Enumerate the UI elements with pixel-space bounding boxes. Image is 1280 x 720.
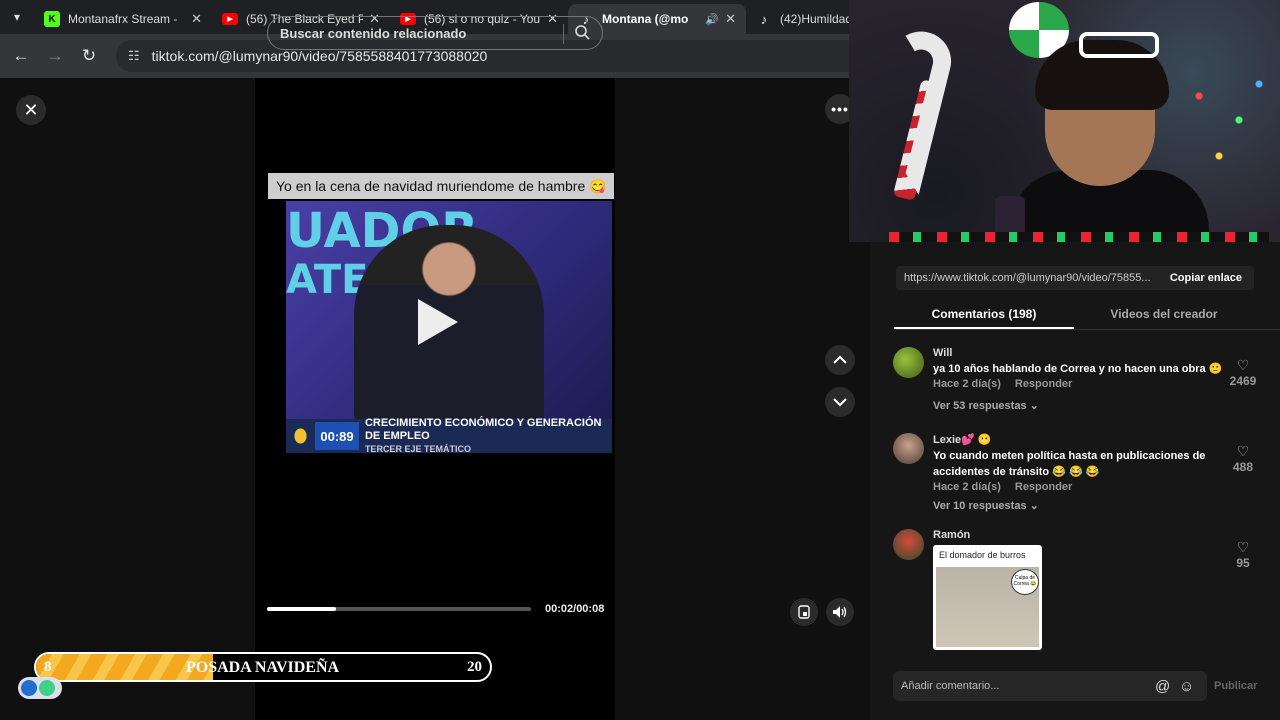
kick-icon: K	[44, 11, 60, 27]
goal-current: 8	[44, 659, 52, 675]
power-icon	[39, 680, 55, 696]
comment-username[interactable]: Lexie💕 😶	[933, 433, 1223, 446]
tab-montanafrx-stream[interactable]: K Montanafrx Stream - ✕	[34, 4, 212, 34]
lower-third-title: CRECIMIENTO ECONÓMICO Y GENERACIÓN DE EM…	[364, 416, 602, 442]
share-link-box: https://www.tiktok.com/@lumynar90/video/…	[896, 266, 1254, 290]
copy-link-button[interactable]: Copiar enlace	[1170, 272, 1242, 284]
mention-icon[interactable]: @	[1155, 678, 1170, 695]
comment-text: Yo cuando meten política hasta en public…	[933, 450, 1206, 478]
goal-target: 20	[467, 659, 482, 675]
debate-timer: 00:89	[315, 422, 359, 450]
emoji-icon[interactable]: ☺	[1179, 678, 1194, 695]
goal-label: POSADA NAVIDEÑA	[186, 659, 340, 676]
avatar[interactable]	[893, 433, 924, 464]
comment-placeholder: Añadir comentario...	[901, 680, 1000, 692]
close-tab-icon[interactable]: ✕	[191, 11, 202, 27]
tab-title: Montanafrx Stream -	[68, 12, 178, 26]
publish-button[interactable]: Publicar	[1214, 680, 1257, 692]
like-count: 2469	[1229, 374, 1257, 388]
comment-username[interactable]: Ramón	[933, 529, 1223, 541]
tiktok-icon: ♪	[760, 11, 768, 27]
youtube-icon: ▶	[222, 13, 238, 25]
previous-video-chevron-up-icon[interactable]	[825, 345, 855, 375]
lower-third-text: CRECIMIENTO ECONÓMICO Y GENERACIÓN DE EM…	[365, 417, 612, 454]
forward-arrow-icon[interactable]: →	[38, 39, 72, 73]
tab-comments[interactable]: Comentarios (198)	[894, 300, 1074, 329]
share-icons-strip	[889, 232, 1269, 242]
related-search-input[interactable]: Buscar contenido relacionado	[267, 16, 603, 50]
heart-icon: ♡	[1236, 539, 1250, 555]
comment-sticker-image[interactable]: El domador de burros Culpa de Correa 😂	[933, 545, 1042, 650]
channel-logo-icon	[290, 423, 312, 449]
heart-icon: ♡	[1236, 443, 1250, 459]
video-time: 00:02/00:08	[545, 603, 605, 615]
panel-tabs: Comentarios (198) Videos del creador	[894, 300, 1280, 330]
search-icon[interactable]	[574, 24, 590, 40]
volume-icon[interactable]	[826, 598, 854, 626]
url-text: tiktok.com/@lumynar90/video/758558840177…	[151, 48, 488, 64]
share-link-text: https://www.tiktok.com/@lumynar90/video/…	[904, 272, 1151, 284]
close-tab-icon[interactable]: ✕	[725, 11, 736, 27]
next-video-chevron-down-icon[interactable]	[825, 387, 855, 417]
reply-button[interactable]: Responder	[1015, 481, 1072, 493]
video-caption: Yo en la cena de navidad muriendome de h…	[268, 173, 614, 199]
comment-input[interactable]: Añadir comentario... @ ☺	[893, 671, 1207, 701]
play-icon[interactable]	[418, 299, 458, 345]
picture-in-picture-icon[interactable]	[790, 598, 818, 626]
like-count: 488	[1232, 460, 1254, 474]
sticker-bubble-text: Culpa de Correa 😂	[1011, 569, 1039, 595]
lower-third-subtitle: TERCER EJE TEMÁTICO	[364, 443, 471, 454]
video-frame[interactable]: UADOR ATE 2025 00:89 CRECIMIENTO ECONÓMI…	[286, 201, 612, 453]
tab-title: Montana (@mo	[602, 12, 689, 26]
video-progress-fill	[267, 607, 336, 611]
sunglasses	[1079, 32, 1159, 58]
like-button[interactable]: ♡ 2469	[1223, 357, 1263, 388]
like-count: 95	[1236, 556, 1250, 570]
video-progress-bar[interactable]	[267, 607, 531, 611]
christmas-lights	[1179, 60, 1279, 180]
reload-icon[interactable]: ↻	[72, 39, 106, 73]
comment-time: Hace 2 día(s)	[933, 378, 1001, 390]
speaker-icon[interactable]: 🔊	[705, 13, 719, 26]
back-arrow-icon[interactable]: ←	[4, 39, 38, 73]
view-replies-button[interactable]: Ver 53 respuestas ⌄	[933, 399, 1223, 412]
comment-text: ya 10 años hablando de Correa y no hacen…	[933, 363, 1223, 375]
like-button[interactable]: ♡ 95	[1223, 539, 1263, 570]
avatar[interactable]	[893, 347, 924, 378]
stream-goal-bar: 8 POSADA NAVIDEÑA 20	[34, 652, 492, 682]
tab-creator-videos[interactable]: Videos del creador	[1074, 300, 1254, 329]
site-settings-icon[interactable]: ☷	[128, 48, 140, 64]
search-divider	[563, 24, 564, 44]
comment-time: Hace 2 día(s)	[933, 481, 1001, 493]
close-icon[interactable]: ✕	[16, 95, 46, 125]
app-icon	[21, 680, 37, 696]
webcam-overlay	[849, 0, 1280, 242]
tab-search-icon[interactable]: ▾	[0, 0, 34, 34]
sticker-title: El domador de burros	[939, 550, 1026, 560]
reply-button[interactable]: Responder	[1015, 378, 1072, 390]
like-button[interactable]: ♡ 488	[1223, 443, 1263, 474]
lower-third-banner: 00:89 CRECIMIENTO ECONÓMICO Y GENERACIÓN…	[286, 417, 612, 454]
avatar[interactable]	[893, 529, 924, 560]
heart-icon: ♡	[1236, 357, 1250, 373]
extension-widget[interactable]	[18, 677, 62, 699]
view-replies-button[interactable]: Ver 10 respuestas ⌄	[933, 499, 1223, 512]
comment-username[interactable]: Will	[933, 347, 1223, 359]
search-placeholder: Buscar contenido relacionado	[280, 25, 467, 41]
